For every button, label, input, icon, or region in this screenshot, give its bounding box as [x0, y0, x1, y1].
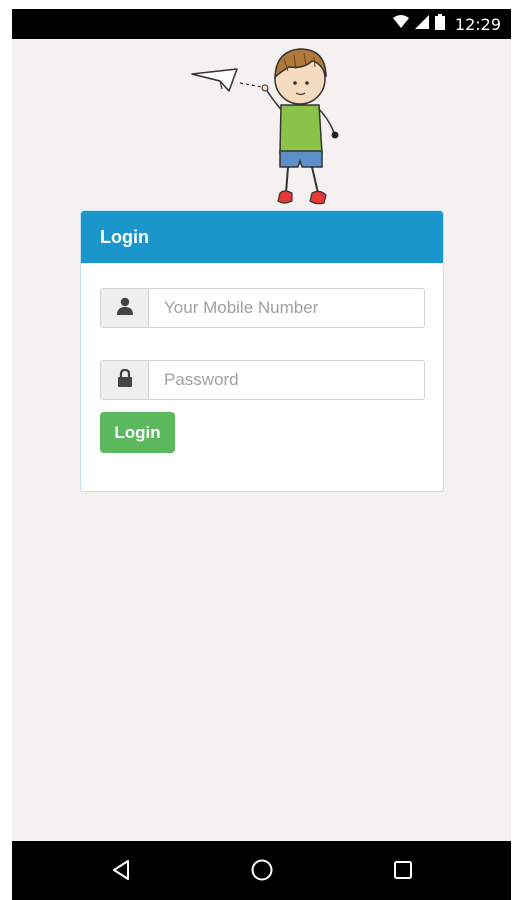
login-card: Login Your Mobile Number Login [80, 210, 444, 492]
lock-icon [117, 368, 133, 392]
paper-plane-icon [191, 68, 263, 92]
lock-icon-addon [101, 361, 149, 399]
home-icon[interactable] [247, 855, 277, 885]
back-icon[interactable] [107, 855, 137, 885]
login-button[interactable]: Login [100, 412, 175, 453]
battery-icon [434, 13, 445, 35]
mobile-number-field [100, 288, 425, 328]
navigation-bar [12, 841, 511, 900]
recents-icon[interactable] [388, 855, 418, 885]
user-icon [116, 297, 134, 320]
cellular-signal-icon [414, 14, 429, 34]
password-field [100, 360, 425, 400]
phone-screen: 12:29 Login Your Mobile Number Login [12, 9, 511, 900]
user-icon-addon [101, 289, 149, 327]
login-card-header: Login [81, 211, 443, 263]
wifi-icon [392, 14, 409, 34]
status-bar: 12:29 [12, 9, 511, 39]
password-input[interactable] [149, 361, 424, 399]
boy-with-paper-plane-illustration [184, 41, 344, 211]
status-time: 12:29 [454, 14, 501, 34]
mobile-number-input[interactable] [149, 289, 424, 327]
status-icons: 12:29 [392, 9, 501, 39]
